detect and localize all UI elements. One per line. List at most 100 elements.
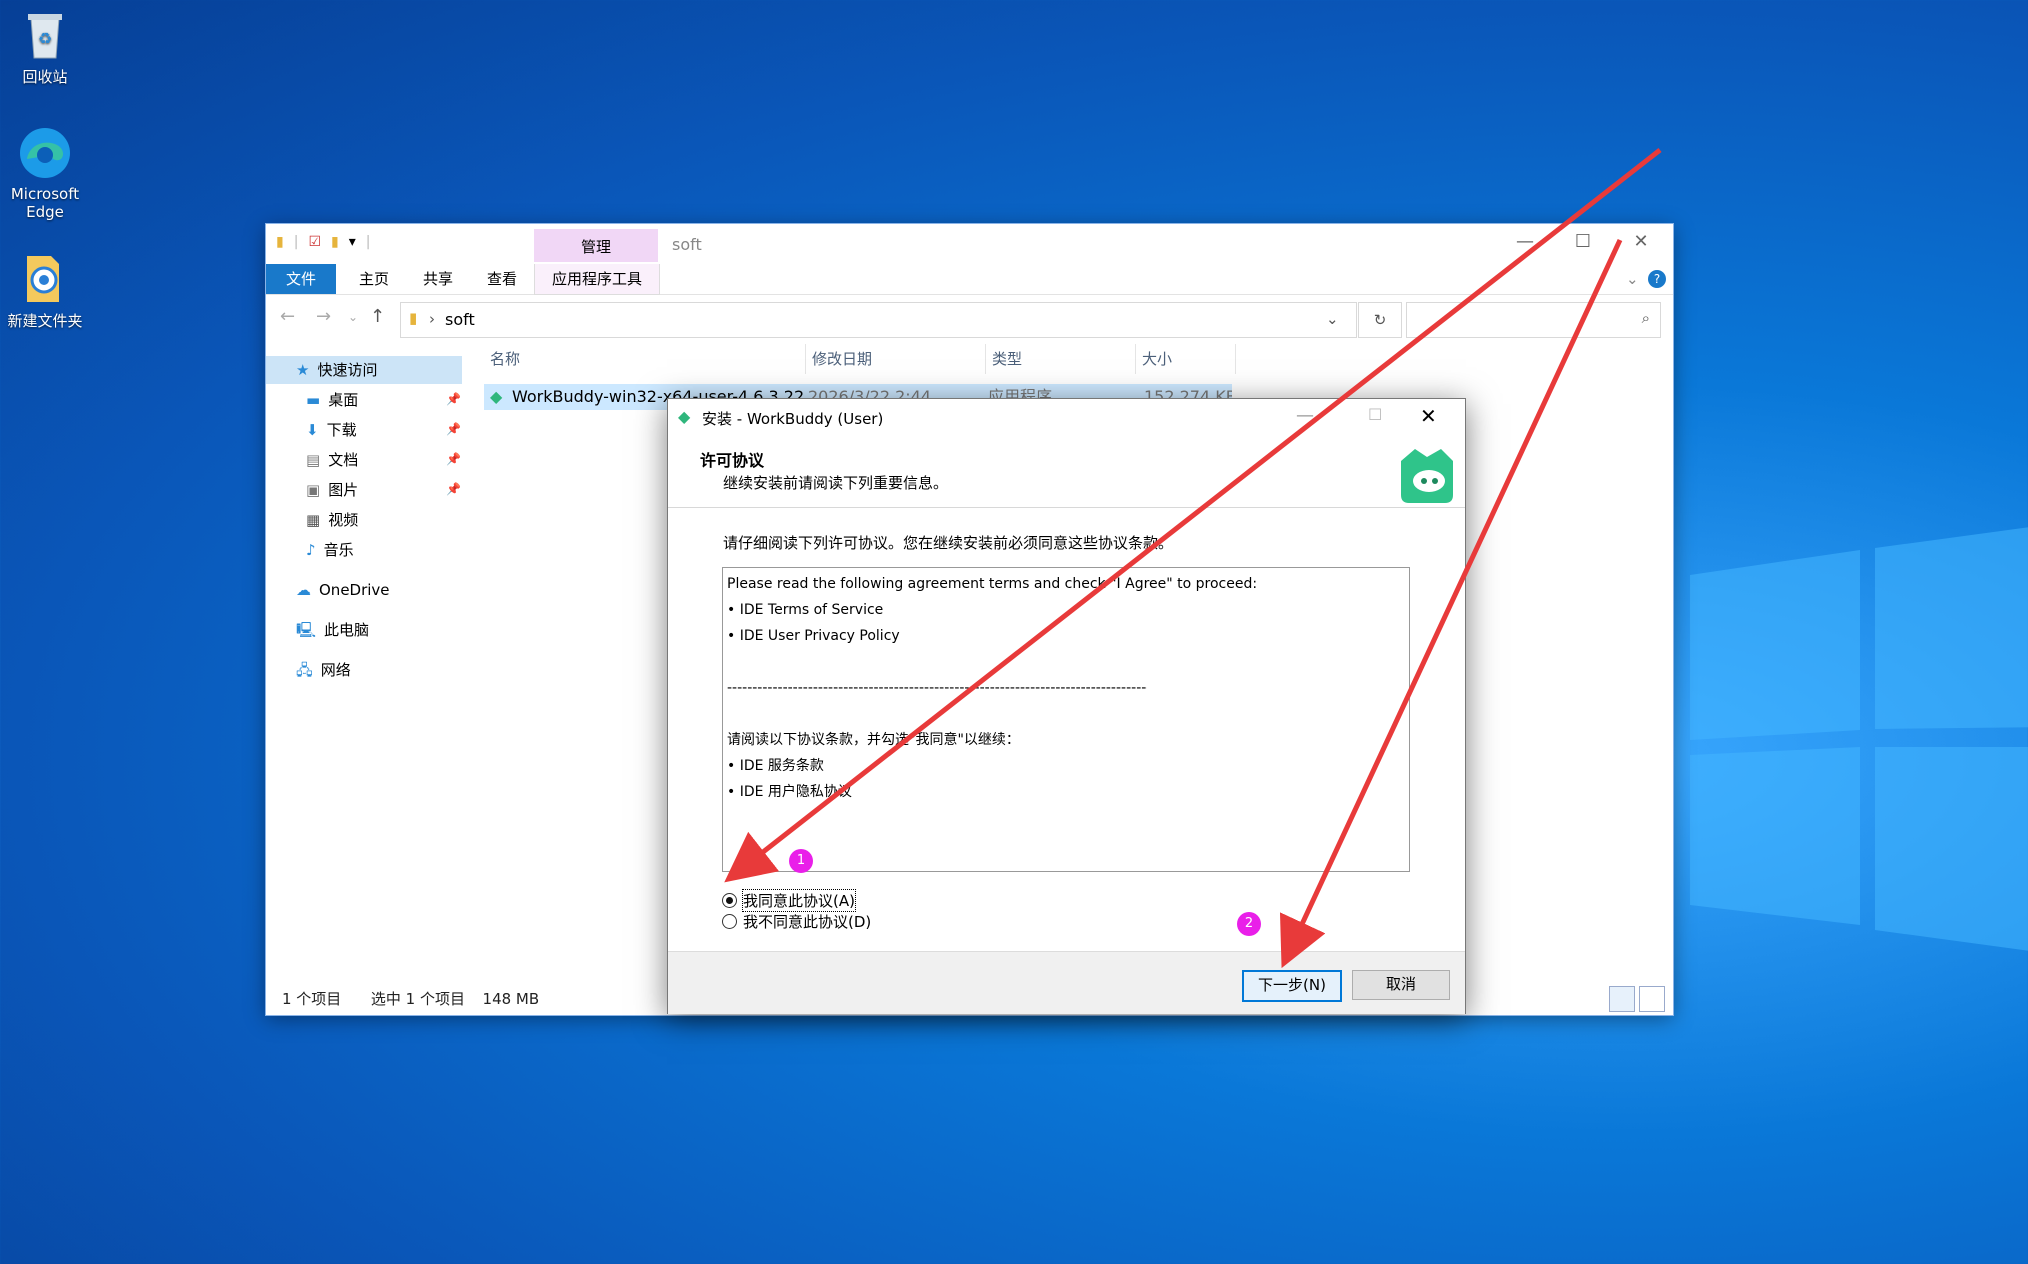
tab-file[interactable]: 文件 <box>266 264 336 294</box>
radio-label: 我同意此协议(A) <box>742 889 856 912</box>
tab-app-tools[interactable]: 应用程序工具 <box>534 264 660 295</box>
nav-quick-access[interactable]: ★ 快速访问 <box>266 356 462 384</box>
dialog-footer: 下一步(N) 取消 <box>668 951 1465 1014</box>
app-icon: ◆ <box>678 407 691 426</box>
nav-item-music[interactable]: ♪ 音乐 <box>306 536 354 564</box>
nav-item-desktop[interactable]: ▬ 桌面 <box>306 386 358 414</box>
details-view-icon[interactable] <box>1609 986 1635 1012</box>
chevron-down-icon[interactable]: ▾ <box>349 234 356 250</box>
status-selected: 选中 1 个项目 <box>370 990 465 1008</box>
nav-label: OneDrive <box>319 581 390 599</box>
navigation-pane: ★ 快速访问 ▬ 桌面 📌 ⬇ 下载 📌 ▤ 文档 📌 ▣ 图片 📌 ▦ 视频 … <box>266 350 462 970</box>
radio-label: 我不同意此协议(D) <box>743 913 872 931</box>
minimize-button[interactable]: — <box>1496 224 1554 260</box>
status-bar: 1 个项目 选中 1 个项目 148 MB <box>282 988 539 1009</box>
windows-logo <box>1690 527 2028 951</box>
search-icon: ⌕ <box>1641 309 1650 327</box>
chevron-down-icon[interactable]: ⌄ <box>1626 270 1639 288</box>
maximize-button[interactable]: ☐ <box>1368 405 1382 424</box>
chevron-down-icon[interactable]: ⌄ <box>1326 310 1339 328</box>
column-type[interactable]: 类型 <box>986 344 1136 374</box>
next-button[interactable]: 下一步(N) <box>1242 970 1342 1002</box>
chevron-right-icon: › <box>429 310 435 328</box>
nav-label: 快速访问 <box>317 361 378 379</box>
column-size[interactable]: 大小 <box>1136 344 1236 374</box>
dialog-title-bar: ◆ 安装 - WorkBuddy (User) — ☐ ✕ <box>668 399 1465 435</box>
cancel-button[interactable]: 取消 <box>1352 970 1450 1000</box>
dialog-title: 安装 - WorkBuddy (User) <box>702 410 884 428</box>
folder-icon <box>17 250 73 306</box>
pin-icon[interactable]: 📌 <box>446 422 461 436</box>
nav-item-downloads[interactable]: ⬇ 下载 <box>306 416 357 444</box>
step-badge-2: 2 <box>1237 912 1261 936</box>
tab-view[interactable]: 查看 <box>472 264 532 294</box>
close-button[interactable]: ✕ <box>1612 224 1670 260</box>
pin-icon[interactable]: 📌 <box>446 392 461 406</box>
pin-icon[interactable]: 📌 <box>446 482 461 496</box>
chevron-down-icon[interactable]: ⌄ <box>348 310 358 324</box>
close-button[interactable]: ✕ <box>1420 404 1437 428</box>
maximize-button[interactable]: ☐ <box>1554 224 1612 260</box>
recycle-bin-icon: ♻ <box>17 6 73 62</box>
radio-disagree[interactable]: 我不同意此协议(D) <box>722 911 871 932</box>
license-line: • IDE Terms of Service <box>727 602 884 618</box>
nav-label: 音乐 <box>323 541 354 559</box>
edge-icon <box>17 125 73 181</box>
radio-button[interactable] <box>722 893 737 908</box>
column-date[interactable]: 修改日期 <box>806 344 986 374</box>
radio-agree[interactable]: 我同意此协议(A) <box>722 889 856 912</box>
properties-icon[interactable]: ☑ <box>308 234 321 250</box>
desktop-icon-edge[interactable]: Microsoft Edge <box>0 125 90 221</box>
nav-label: 网络 <box>320 661 351 679</box>
large-icons-view-icon[interactable] <box>1639 986 1665 1012</box>
license-line <box>727 649 1405 675</box>
refresh-button[interactable]: ↻ <box>1358 302 1402 338</box>
license-text-box[interactable]: Please read the following agreement term… <box>722 567 1410 872</box>
nav-item-videos[interactable]: ▦ 视频 <box>306 506 358 534</box>
license-line: • IDE 服务条款 <box>727 758 824 774</box>
picture-icon: ▣ <box>306 481 321 499</box>
divider <box>668 507 1465 508</box>
nav-this-pc[interactable]: 🖳 此电脑 <box>296 616 369 644</box>
explorer-title-bar: ▮ | ☑ ▮ ▾ | 管理 soft — ☐ ✕ <box>266 224 1673 264</box>
app-icon: ◆ <box>490 387 503 406</box>
up-icon[interactable]: ↑ <box>370 306 385 327</box>
status-count: 1 个项目 <box>282 990 342 1008</box>
context-tab-manage[interactable]: 管理 <box>534 229 658 262</box>
video-icon: ▦ <box>306 511 321 529</box>
desktop-icon-recycle-bin[interactable]: ♻ 回收站 <box>0 6 90 87</box>
workbuddy-logo-icon <box>1401 449 1453 503</box>
folder-icon[interactable]: ▮ <box>276 234 284 250</box>
minimize-button[interactable]: — <box>1296 405 1314 426</box>
column-name[interactable]: 名称 <box>484 344 806 374</box>
quick-access-toolbar: ▮ | ☑ ▮ ▾ | <box>276 234 371 250</box>
nav-network[interactable]: 🖧 网络 <box>296 656 351 684</box>
pin-icon[interactable]: 📌 <box>446 452 461 466</box>
forward-icon[interactable]: → <box>316 306 331 327</box>
new-folder-icon[interactable]: ▮ <box>331 234 339 250</box>
search-input[interactable]: ⌕ <box>1406 302 1661 338</box>
license-line: 请阅读以下协议条款，并勾选"我同意"以继续： <box>727 732 1020 748</box>
help-icon[interactable]: ? <box>1648 270 1666 288</box>
page-title: 许可协议 <box>700 451 765 470</box>
nav-item-pictures[interactable]: ▣ 图片 <box>306 476 358 504</box>
tab-home[interactable]: 主页 <box>344 264 404 294</box>
address-bar[interactable]: ▮ › soft ⌄ <box>400 302 1357 338</box>
computer-icon: 🖳 <box>296 621 317 639</box>
desktop-icon-new-folder[interactable]: 新建文件夹 <box>0 250 90 331</box>
tab-share[interactable]: 共享 <box>408 264 468 294</box>
folder-icon: ▮ <box>409 309 418 327</box>
nav-onedrive[interactable]: ☁ OneDrive <box>296 576 390 604</box>
back-icon[interactable]: ← <box>280 306 295 327</box>
breadcrumb[interactable]: soft <box>445 310 475 329</box>
nav-label: 下载 <box>326 421 357 439</box>
radio-button[interactable] <box>722 914 737 929</box>
nav-item-documents[interactable]: ▤ 文档 <box>306 446 358 474</box>
desktop-icon: ▬ <box>306 391 321 409</box>
nav-label: 视频 <box>328 511 359 529</box>
download-icon: ⬇ <box>306 421 319 439</box>
nav-label: 此电脑 <box>324 621 370 639</box>
star-icon: ★ <box>296 361 310 379</box>
nav-label: 文档 <box>328 451 359 469</box>
cloud-icon: ☁ <box>296 581 311 599</box>
